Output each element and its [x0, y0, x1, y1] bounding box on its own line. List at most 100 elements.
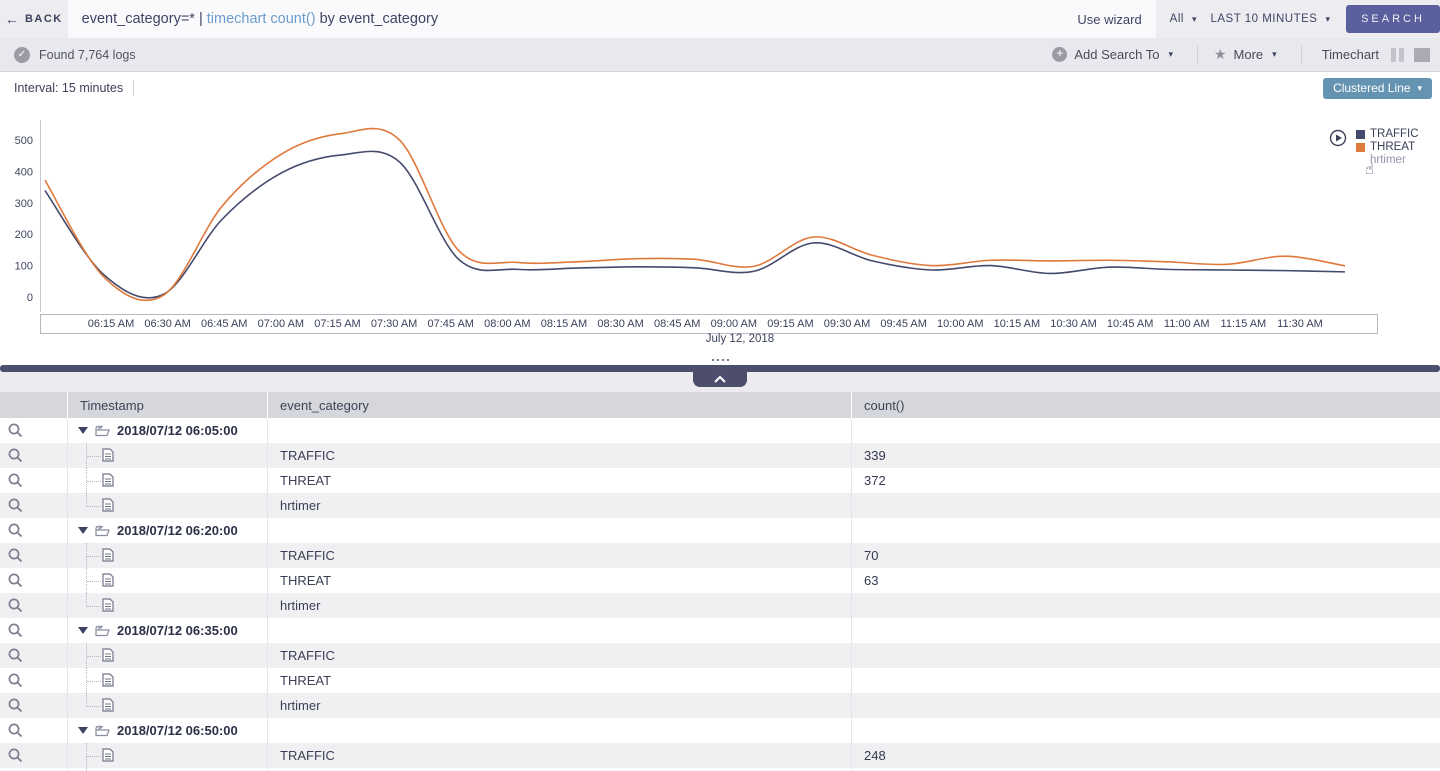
table-row[interactable]: hrtimer [0, 693, 1440, 718]
table-row-group[interactable]: 2018/07/12 06:50:00 [0, 718, 1440, 743]
table-row[interactable]: hrtimer [0, 593, 1440, 618]
add-search-to-button[interactable]: + Add Search To ▾ [1040, 47, 1193, 62]
log-document-icon [102, 473, 114, 487]
x-axis-tick: 09:00 AM [710, 318, 758, 330]
search-button[interactable]: SEARCH [1346, 5, 1440, 33]
search-log-icon[interactable] [8, 573, 23, 588]
count-value: 372 [864, 473, 886, 488]
table-row[interactable]: THREAT [0, 668, 1440, 693]
more-button[interactable]: ★ More ▾ [1202, 46, 1297, 63]
search-log-icon[interactable] [8, 748, 23, 763]
table-row-group[interactable]: 2018/07/12 06:20:00 [0, 518, 1440, 543]
add-search-to-label: Add Search To [1074, 47, 1160, 62]
svg-text:200: 200 [15, 229, 33, 241]
search-log-icon[interactable] [8, 623, 23, 638]
table-row[interactable]: TRAFFIC [0, 643, 1440, 668]
log-document-icon [102, 748, 114, 762]
back-button[interactable]: ← BACK [0, 0, 68, 38]
search-log-icon[interactable] [8, 598, 23, 613]
search-log-icon[interactable] [8, 473, 23, 488]
table-row[interactable]: THREAT 372 [0, 468, 1440, 493]
log-document-icon [102, 498, 114, 512]
header-count[interactable]: count() [852, 392, 1440, 418]
expand-collapse-triangle-icon[interactable] [78, 627, 88, 634]
grid-view-icon[interactable] [1414, 47, 1430, 62]
chevron-up-icon [714, 375, 726, 383]
table-header-row: Timestamp event_category count() [0, 392, 1440, 418]
x-axis-tick: 08:30 AM [597, 318, 644, 330]
svg-text:300: 300 [15, 198, 33, 210]
table-row[interactable]: hrtimer [0, 493, 1440, 518]
header-timestamp[interactable]: Timestamp [68, 392, 268, 418]
x-axis-tick: 07:00 AM [257, 318, 305, 330]
status-bar: ✓ Found 7,764 logs + Add Search To ▾ ★ M… [0, 38, 1440, 72]
back-label: BACK [24, 13, 63, 25]
svg-text:100: 100 [15, 261, 33, 273]
search-query-input[interactable]: event_category=* | timechart count() by … [67, 0, 1156, 38]
time-range-dropdown[interactable]: LAST 10 MINUTES [1210, 13, 1317, 25]
collapse-chart-button[interactable] [693, 371, 747, 387]
table-row[interactable]: TRAFFIC 248 [0, 743, 1440, 768]
tree-line [87, 705, 101, 707]
x-axis-tick: 06:15 AM [87, 318, 135, 330]
search-log-icon[interactable] [8, 698, 23, 713]
search-log-icon[interactable] [8, 673, 23, 688]
legend-label: THREAT [1370, 141, 1416, 153]
use-wizard-link[interactable]: Use wizard [1077, 12, 1141, 27]
separator [1196, 45, 1198, 64]
svg-text:400: 400 [15, 166, 33, 178]
search-log-icon[interactable] [8, 423, 23, 438]
table-row[interactable]: THREAT 63 [0, 568, 1440, 593]
chevron-down-icon[interactable]: ▾ [1192, 14, 1197, 25]
event-category-value: THREAT [280, 473, 332, 488]
plus-circle-icon: + [1052, 47, 1068, 62]
x-axis-tick: 07:30 AM [370, 318, 418, 330]
x-axis-tick: 11:30 AM [1277, 318, 1323, 330]
group-timestamp: 2018/07/12 06:50:00 [117, 723, 238, 738]
x-axis-tick: 08:00 AM [484, 318, 531, 330]
event-category-value: TRAFFIC [280, 648, 335, 663]
star-icon: ★ [1213, 46, 1227, 62]
tree-line [87, 655, 101, 657]
tree-line [87, 505, 101, 507]
x-axis-tick: 10:00 AM [937, 318, 984, 330]
search-log-icon[interactable] [8, 523, 23, 538]
chart-type-label: Clustered Line [1333, 81, 1411, 95]
table-row[interactable]: TRAFFIC 70 [0, 543, 1440, 568]
search-log-icon[interactable] [8, 548, 23, 563]
x-axis-tick: 11:15 AM [1220, 318, 1267, 330]
table-row[interactable]: TRAFFIC 339 [0, 443, 1440, 468]
event-category-value: hrtimer [280, 598, 321, 613]
search-query-text: event_category=* | timechart count() by … [81, 11, 439, 27]
event-category-value: hrtimer [280, 498, 321, 513]
expand-collapse-triangle-icon[interactable] [78, 427, 88, 434]
chart-tool-row: Interval: 15 minutes Clustered Line ▾ [0, 72, 1440, 104]
search-log-icon[interactable] [8, 723, 23, 738]
tree-line [87, 680, 101, 682]
legend-item-traffic[interactable]: TRAFFIC [1356, 128, 1419, 141]
search-log-icon[interactable] [8, 498, 23, 513]
legend-item-threat[interactable]: THREAT [1356, 141, 1419, 154]
expand-collapse-triangle-icon[interactable] [78, 527, 88, 534]
search-log-icon[interactable] [8, 448, 23, 463]
separator [133, 80, 135, 96]
log-document-icon [102, 548, 114, 562]
timechart-plot[interactable]: 0 100 200 300 400 500 [0, 104, 1440, 316]
expand-collapse-triangle-icon[interactable] [78, 727, 88, 734]
chevron-down-icon[interactable]: ▾ [1325, 14, 1330, 25]
columns-view-icon[interactable] [1391, 47, 1404, 62]
table-row-group[interactable]: 2018/07/12 06:35:00 [0, 618, 1440, 643]
tree-line [87, 580, 101, 582]
header-event-category[interactable]: event_category [268, 392, 852, 418]
chart-type-dropdown[interactable]: Clustered Line ▾ [1323, 77, 1432, 99]
svg-text:500: 500 [15, 135, 33, 147]
tree-line [87, 755, 101, 757]
table-row-group[interactable]: 2018/07/12 06:05:00 [0, 418, 1440, 443]
time-axis-band[interactable]: 06:15 AM 06:30 AM 06:45 AM 07:00 AM 07:15 AM… [40, 314, 1378, 334]
x-axis-tick: 06:30 AM [144, 318, 191, 330]
search-log-icon[interactable] [8, 648, 23, 663]
header-icon-column [0, 392, 68, 418]
tree-line [87, 555, 101, 557]
scope-dropdown[interactable]: All [1170, 13, 1184, 25]
play-button[interactable] [1329, 129, 1347, 147]
